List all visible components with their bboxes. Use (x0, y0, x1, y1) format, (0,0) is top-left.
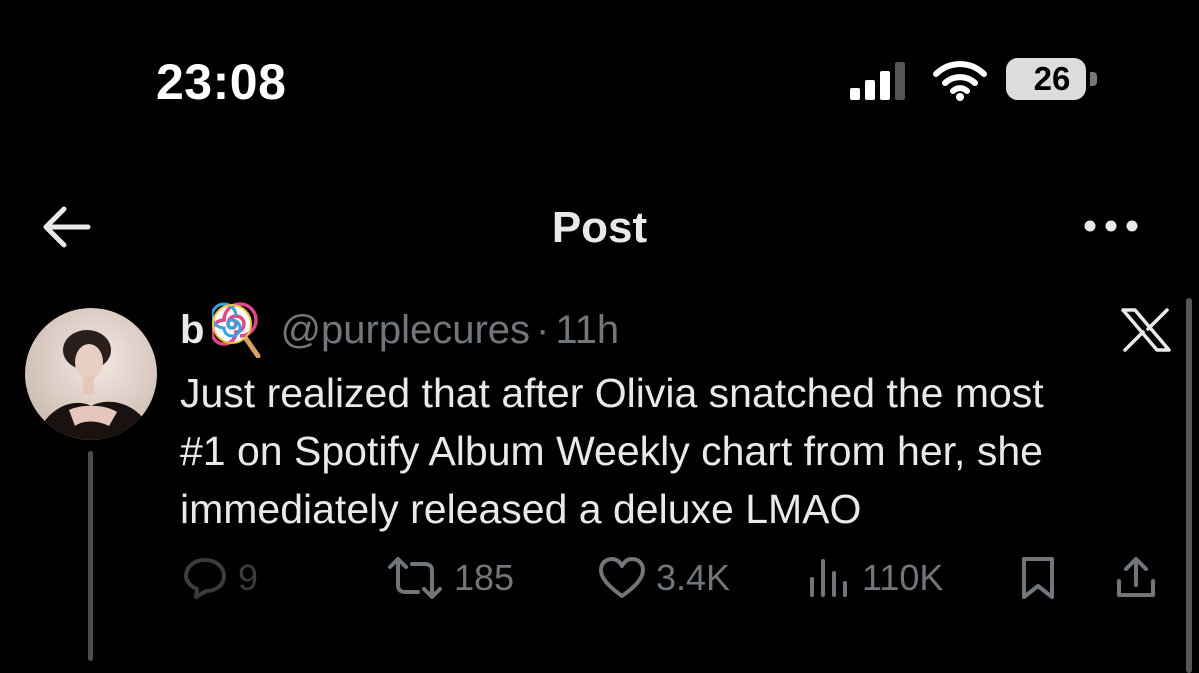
bookmark-icon (1022, 557, 1054, 599)
repost-icon (388, 557, 442, 599)
user-handle[interactable]: @purplecures (280, 308, 530, 353)
scrollbar[interactable] (1186, 298, 1192, 673)
repost-count: 185 (454, 557, 515, 598)
view-count: 110K (862, 557, 944, 598)
lollipop-icon (212, 302, 261, 358)
like-button[interactable]: 3.4K (598, 553, 730, 603)
battery-indicator: 26 (1006, 58, 1100, 100)
more-options-icon[interactable] (1082, 214, 1140, 238)
share-button[interactable] (1114, 553, 1158, 603)
reply-icon (184, 558, 226, 599)
views-chart-icon (810, 559, 847, 597)
avatar[interactable] (25, 308, 157, 440)
reply-count: 9 (238, 557, 259, 598)
x-logo-icon (1121, 308, 1171, 352)
repost-button[interactable]: 185 (386, 553, 514, 603)
battery-nub (1090, 72, 1097, 86)
post-text-line: Just realized that after Olivia snatched… (180, 370, 1044, 416)
post-text-line: immediately released a deluxe LMAO (180, 486, 862, 532)
reply-button[interactable]: 9 (182, 553, 258, 603)
bookmark-button[interactable] (1018, 553, 1058, 603)
display-name[interactable]: b (180, 308, 204, 353)
share-icon (1117, 557, 1155, 597)
status-time: 23:08 (156, 54, 287, 110)
cellular-signal-icon (850, 62, 905, 100)
post-author-row: b @purplecures · 11h (180, 302, 619, 358)
battery-icon: 26 (1006, 58, 1086, 100)
post-timestamp[interactable]: 11h (555, 308, 619, 353)
post-body: Just realized that after Olivia snatched… (180, 364, 1170, 538)
like-count: 3.4K (656, 557, 731, 598)
page-title: Post (551, 203, 648, 252)
wifi-icon (933, 61, 987, 101)
thread-line (88, 451, 93, 661)
post-text-line: #1 on Spotify Album Weekly chart from he… (180, 428, 1043, 474)
views-button[interactable]: 110K (806, 553, 943, 603)
heart-icon (599, 557, 645, 598)
separator-dot: · (536, 307, 550, 352)
battery-level: 26 (1033, 60, 1071, 97)
